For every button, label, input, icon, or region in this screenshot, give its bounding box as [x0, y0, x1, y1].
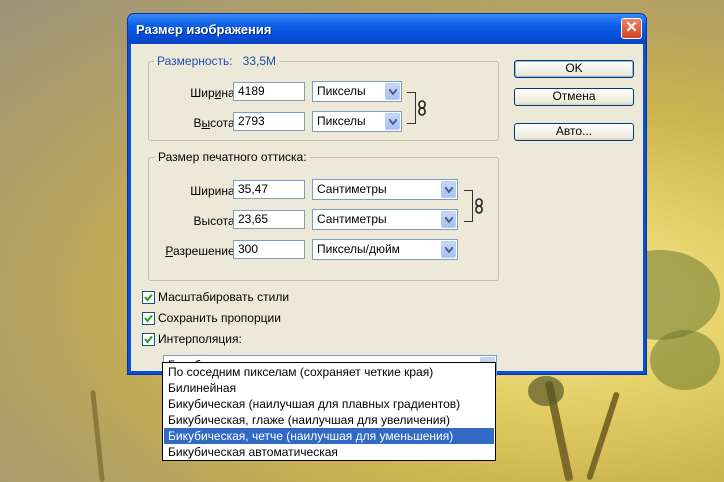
document-size-legend: Размер печатного оттиска: — [155, 150, 310, 164]
resample-option-highlighted[interactable]: Бикубическая, четче (наилучшая для умень… — [164, 428, 494, 444]
chevron-down-icon[interactable] — [441, 211, 456, 228]
check-icon — [144, 293, 153, 302]
doc-width-unit-value: Сантиметры — [317, 182, 387, 196]
pixel-height-label: Высота: — [193, 116, 238, 130]
resample-checkbox[interactable] — [142, 333, 155, 346]
pixel-width-unit-value: Пикселы — [317, 84, 366, 98]
resample-option[interactable]: По соседним пикселам (сохраняет четкие к… — [164, 364, 494, 380]
resolution-unit-value: Пикселы/дюйм — [317, 242, 400, 256]
pixel-dimensions-legend: Размерность: 33,5M — [154, 54, 280, 68]
resample-option[interactable]: Бикубическая (наилучшая для плавных град… — [164, 396, 494, 412]
dialog-title: Размер изображения — [136, 22, 272, 37]
pixel-height-unit-select[interactable]: Пикселы — [312, 111, 402, 132]
resample-options-list: По соседним пикселам (сохраняет четкие к… — [162, 362, 496, 461]
resample-option[interactable]: Бикубическая автоматическая — [164, 444, 494, 460]
constrain-bracket — [407, 92, 416, 124]
resample-option[interactable]: Билинейная — [164, 380, 494, 396]
pixel-dimensions-size: 33,5M — [242, 54, 277, 68]
image-size-dialog: Размер изображения ✕ Размерность: 33,5M … — [127, 13, 647, 376]
pixel-width-unit-select[interactable]: Пикселы — [312, 81, 402, 102]
dialog-body: Размерность: 33,5M Ширина: 4189 Пикселы … — [131, 44, 643, 376]
chevron-down-icon[interactable] — [385, 83, 400, 100]
resolution-unit-select[interactable]: Пикселы/дюйм — [312, 239, 458, 260]
pixel-dimensions-group: Размерность: 33,5M Ширина: 4189 Пикселы … — [148, 54, 499, 141]
check-icon — [144, 314, 153, 323]
auto-button[interactable]: Авто... — [514, 123, 634, 141]
background-stem — [585, 391, 621, 481]
resolution-label: Разрешение: — [165, 244, 238, 258]
close-button[interactable]: ✕ — [621, 18, 642, 39]
constrain-proportions-checkbox[interactable] — [142, 312, 155, 325]
check-icon — [144, 335, 153, 344]
doc-width-input[interactable]: 35,47 — [233, 180, 305, 199]
doc-height-unit-select[interactable]: Сантиметры — [312, 209, 458, 230]
resample-option[interactable]: Бикубическая, глаже (наилучшая для увели… — [164, 412, 494, 428]
scale-styles-label[interactable]: Масштабировать стили — [158, 290, 289, 304]
scale-styles-checkbox[interactable] — [142, 291, 155, 304]
document-size-group: Размер печатного оттиска: Ширина: 35,47 … — [148, 150, 499, 281]
title-bar[interactable]: Размер изображения ✕ — [128, 14, 646, 44]
pixel-width-label: Ширина: — [190, 86, 238, 100]
background-stem — [90, 389, 105, 482]
pixel-width-input[interactable]: 4189 — [233, 82, 305, 101]
doc-height-unit-value: Сантиметры — [317, 212, 387, 226]
background-bud — [528, 376, 564, 406]
pixel-height-input[interactable]: 2793 — [233, 112, 305, 131]
doc-width-unit-select[interactable]: Сантиметры — [312, 179, 458, 200]
chain-link-icon — [418, 100, 426, 116]
ok-button[interactable]: OK — [514, 60, 634, 78]
constrain-proportions-label[interactable]: Сохранить пропорции — [158, 311, 281, 325]
background-leaf — [650, 330, 720, 390]
doc-width-label: Ширина: — [190, 184, 238, 198]
resolution-input[interactable]: 300 — [233, 240, 305, 259]
resample-label[interactable]: Интерполяция: — [158, 332, 242, 346]
doc-height-label: Высота: — [193, 214, 238, 228]
pixel-height-unit-value: Пикселы — [317, 114, 366, 128]
chevron-down-icon[interactable] — [441, 181, 456, 198]
doc-height-input[interactable]: 23,65 — [233, 210, 305, 229]
pixel-dimensions-label: Размерность: — [157, 54, 233, 68]
chevron-down-icon[interactable] — [385, 113, 400, 130]
close-icon: ✕ — [625, 19, 638, 36]
constrain-bracket — [464, 190, 473, 222]
chain-link-icon — [475, 198, 483, 214]
cancel-button[interactable]: Отмена — [514, 88, 634, 106]
chevron-down-icon[interactable] — [441, 241, 456, 258]
